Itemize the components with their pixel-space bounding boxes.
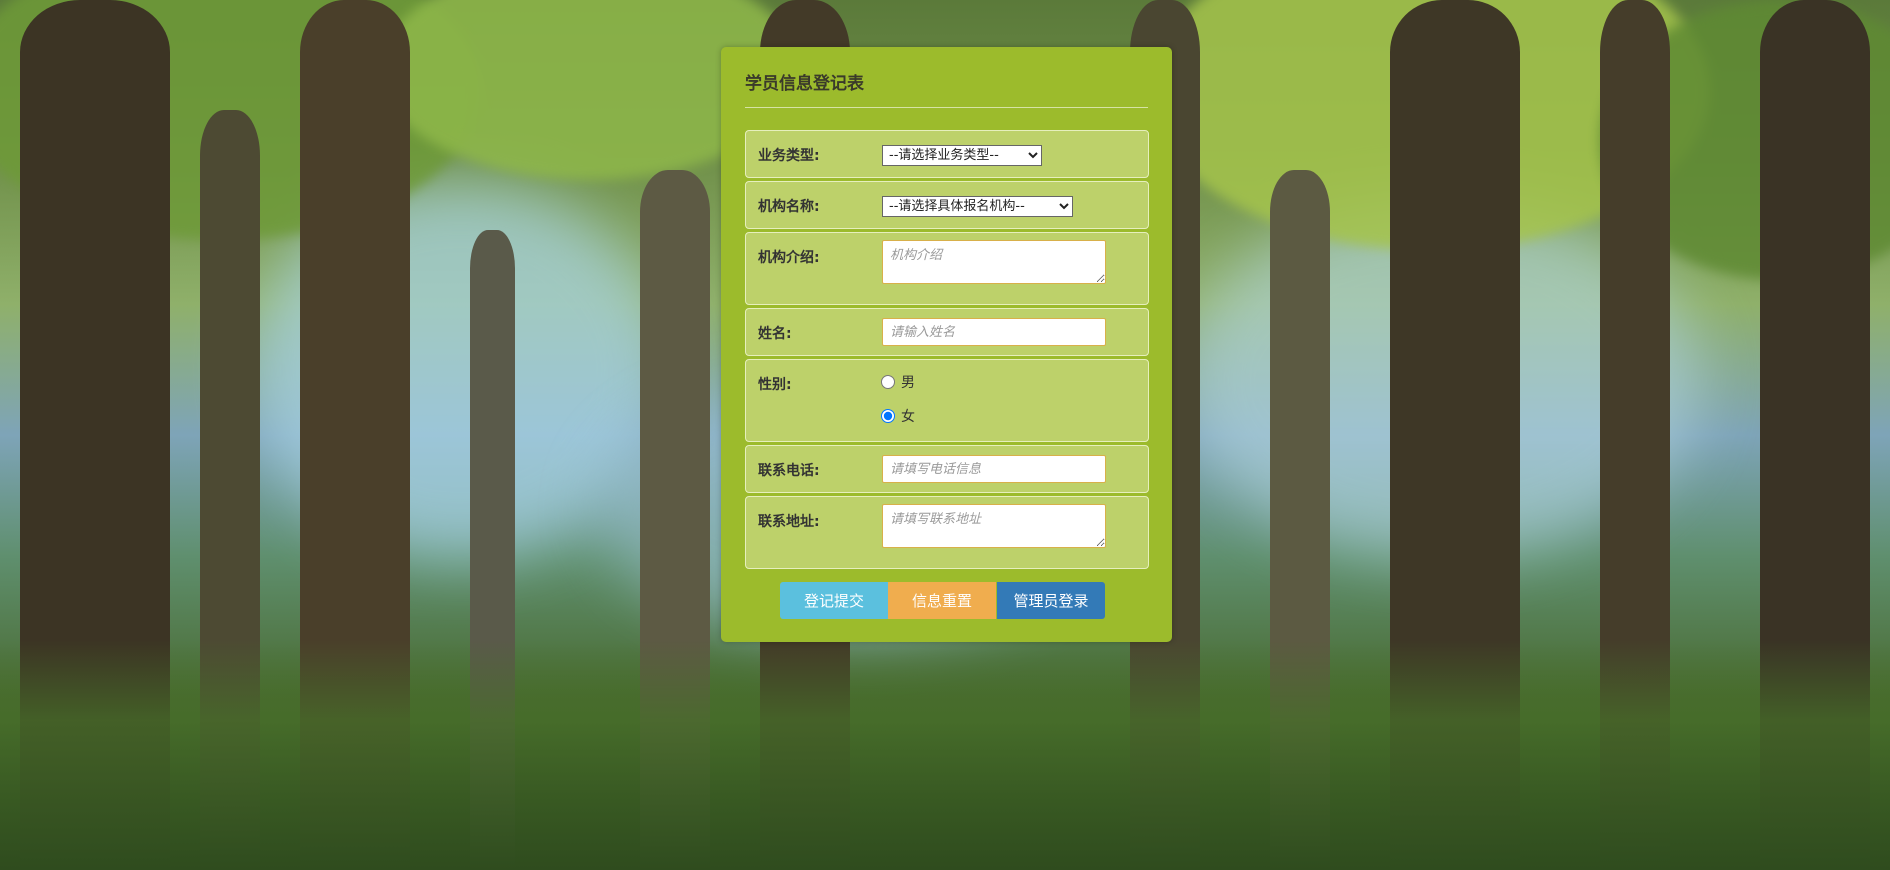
org-name-select[interactable]: --请选择具体报名机构-- xyxy=(882,196,1073,217)
gender-female-radio[interactable] xyxy=(881,409,895,423)
reset-button[interactable]: 信息重置 xyxy=(888,582,996,619)
phone-input[interactable] xyxy=(882,455,1106,483)
business-type-label: 业务类型: xyxy=(758,148,820,164)
registration-form: 学员信息登记表 业务类型: --请选择业务类型-- 机构名称: --请选择具体报… xyxy=(721,47,1172,642)
org-intro-label: 机构介绍: xyxy=(758,250,820,266)
row-phone: 联系电话: xyxy=(745,445,1149,493)
phone-label: 联系电话: xyxy=(758,463,820,479)
name-input[interactable] xyxy=(882,318,1106,346)
gender-label: 性别: xyxy=(758,377,792,393)
row-name: 姓名: xyxy=(745,308,1149,356)
org-name-label: 机构名称: xyxy=(758,199,820,215)
form-title: 学员信息登记表 xyxy=(745,69,1148,108)
business-type-select[interactable]: --请选择业务类型-- xyxy=(882,145,1042,166)
row-org-intro: 机构介绍: xyxy=(745,232,1149,305)
row-address: 联系地址: xyxy=(745,496,1149,569)
admin-login-button[interactable]: 管理员登录 xyxy=(997,582,1105,619)
gender-female-text: 女 xyxy=(901,409,915,425)
gender-option-male[interactable]: 男 xyxy=(881,372,915,392)
address-label: 联系地址: xyxy=(758,514,820,530)
name-label: 姓名: xyxy=(758,326,792,342)
gender-option-female[interactable]: 女 xyxy=(881,406,915,426)
row-org-name: 机构名称: --请选择具体报名机构-- xyxy=(745,181,1149,229)
row-gender: 性别: 男 女 xyxy=(745,359,1149,442)
row-business-type: 业务类型: --请选择业务类型-- xyxy=(745,130,1149,178)
org-intro-textarea[interactable] xyxy=(882,240,1106,284)
gender-male-radio[interactable] xyxy=(881,375,895,389)
address-textarea[interactable] xyxy=(882,504,1106,548)
gender-male-text: 男 xyxy=(901,375,915,391)
submit-button[interactable]: 登记提交 xyxy=(780,582,888,619)
